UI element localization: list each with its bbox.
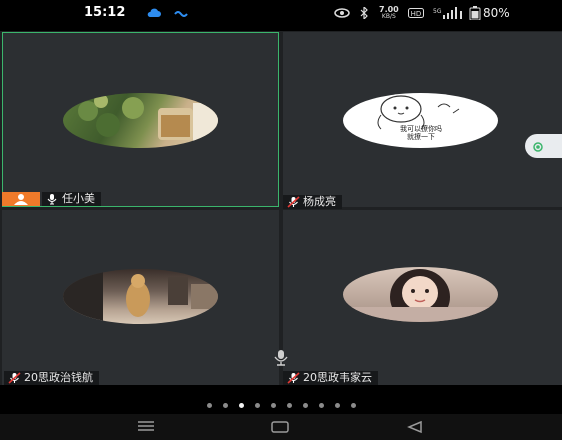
participant-tile[interactable]: 20思政治钱航 [2, 210, 279, 385]
participant-tile[interactable]: 任小美 [2, 32, 279, 207]
participant-name: 20思政治钱航 [24, 371, 93, 384]
floating-side-tab[interactable] [525, 134, 562, 158]
page-dot-active[interactable] [238, 402, 244, 408]
sticker-caption: 我可以撩你吗 就撩一下 [400, 125, 442, 141]
page-dot[interactable] [254, 402, 260, 408]
participant-avatar: 我可以撩你吗 就撩一下 [343, 93, 498, 148]
microphone-icon [42, 192, 62, 206]
participant-name-tag: 杨成亮 [283, 195, 342, 209]
participant-name-tag: 20思政治钱航 [4, 371, 99, 385]
home-icon[interactable] [270, 420, 290, 434]
back-icon[interactable] [406, 420, 424, 434]
eye-icon [334, 6, 350, 20]
navigation-bar [0, 414, 562, 440]
svg-text:HD: HD [411, 10, 422, 18]
participant-tile[interactable]: 20思政韦家云 [283, 210, 562, 385]
host-icon [12, 190, 30, 209]
hd-icon: HD [408, 6, 424, 20]
page-dot[interactable] [222, 402, 228, 408]
battery-icon [469, 6, 481, 20]
floating-microphone-button[interactable] [268, 349, 294, 367]
muted-microphone-icon [4, 371, 24, 385]
participant-avatar [343, 267, 498, 322]
participant-name: 20思政韦家云 [303, 371, 372, 384]
status-bar: 15:12 7.00 KB/S HD 5G 80% [0, 0, 562, 28]
page-dot[interactable] [270, 402, 276, 408]
participant-avatar [63, 93, 218, 148]
host-badge [2, 192, 40, 206]
signal-icon: 5G [433, 6, 465, 20]
net-speed: 7.00 KB/S [379, 5, 399, 21]
page-dot[interactable] [286, 402, 292, 408]
participant-tile[interactable]: 我可以撩你吗 就撩一下 杨成亮 [283, 32, 562, 209]
menu-icon[interactable] [136, 420, 156, 432]
participant-name-tag: 任小美 [42, 192, 101, 206]
participant-name: 杨成亮 [303, 195, 336, 208]
page-indicator [0, 398, 562, 412]
participant-name: 任小美 [62, 192, 95, 205]
muted-microphone-icon [283, 195, 303, 209]
svg-text:5G: 5G [433, 8, 442, 15]
video-grid: 任小美 我可以撩你吗 就撩一下 杨成亮 20思政治钱航 20思政韦家云 [0, 31, 562, 385]
participant-avatar [63, 269, 218, 324]
cloud-icon [146, 6, 162, 20]
battery-level: 80% [483, 6, 510, 20]
page-dot[interactable] [334, 402, 340, 408]
muted-microphone-icon [283, 371, 303, 385]
bluetooth-icon [360, 6, 368, 20]
page-dot[interactable] [318, 402, 324, 408]
page-dot[interactable] [206, 402, 212, 408]
wave-icon [174, 6, 188, 20]
participant-name-tag: 20思政韦家云 [283, 371, 378, 385]
record-icon [533, 137, 543, 156]
page-dot[interactable] [302, 402, 308, 408]
status-time: 15:12 [84, 5, 126, 20]
page-dot[interactable] [350, 402, 356, 408]
